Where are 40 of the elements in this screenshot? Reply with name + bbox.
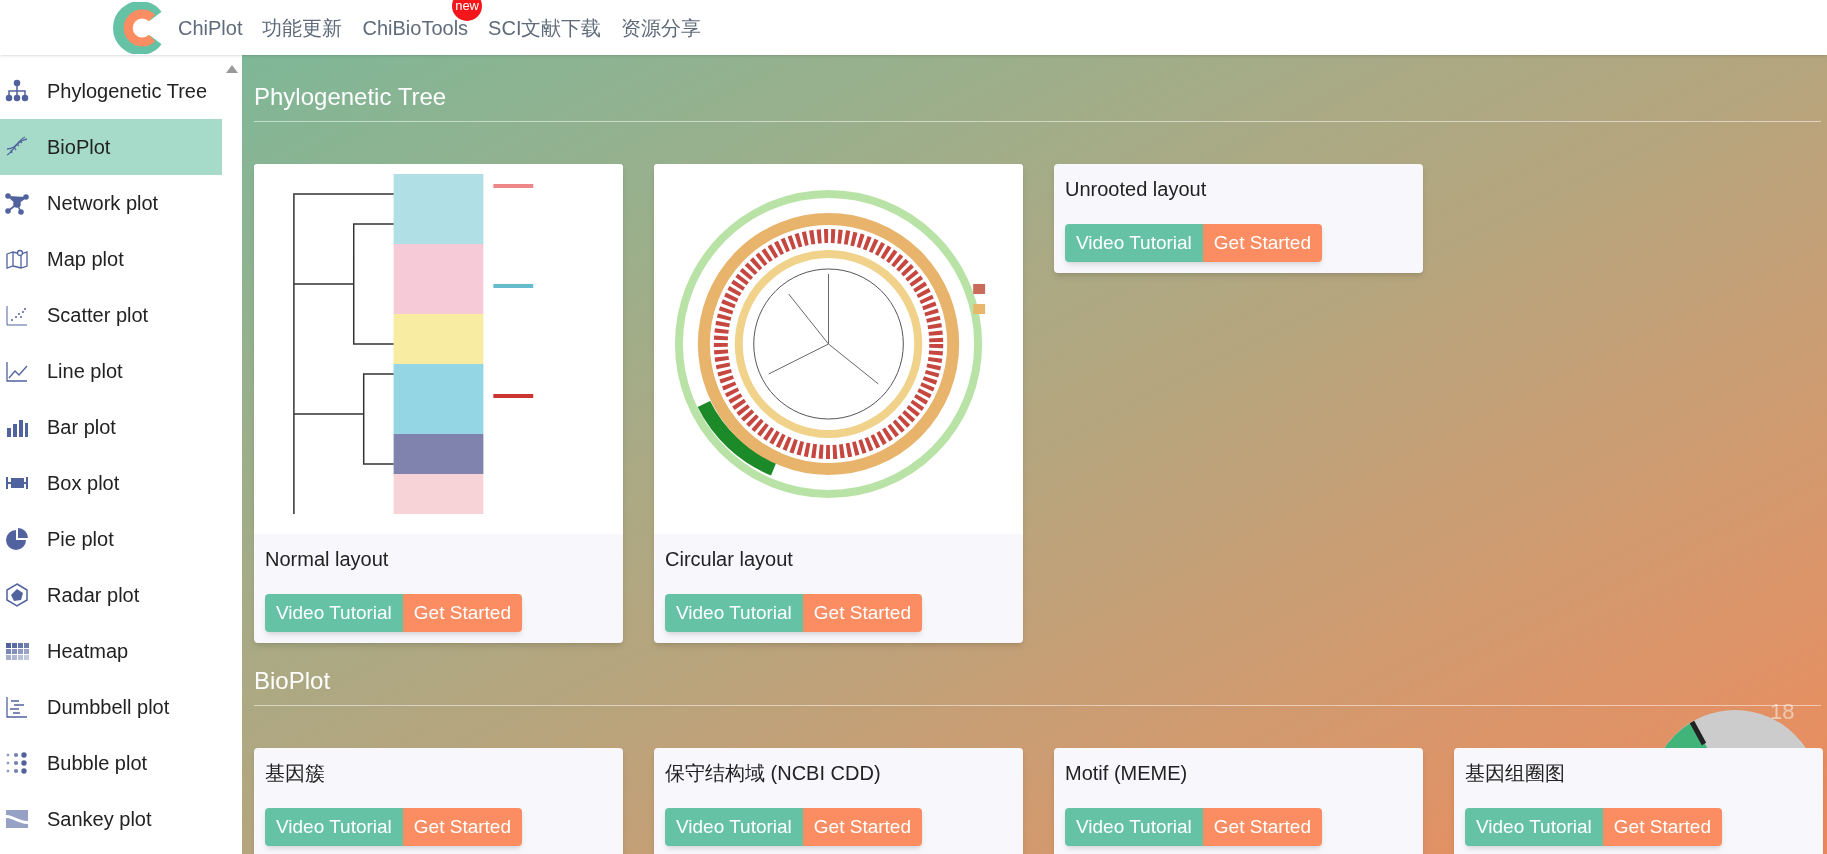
- new-badge: new: [452, 0, 483, 21]
- sidebar-item[interactable]: Phylogenetic Tree: [0, 63, 222, 119]
- sidebar-item[interactable]: Bar plot: [0, 399, 222, 455]
- hierarchy-icon: [5, 79, 29, 103]
- card-title: Motif (MEME): [1065, 761, 1189, 786]
- sidebar-item[interactable]: Box plot: [0, 455, 222, 511]
- line-chart-icon: [5, 359, 29, 383]
- card-title: 基因组圈图: [1465, 761, 1566, 786]
- pie-chart-icon: [5, 527, 29, 551]
- sidebar-item[interactable]: Radar plot: [0, 567, 222, 623]
- card-title: Normal layout: [265, 547, 390, 572]
- brand-link[interactable]: ChiPlot: [178, 12, 243, 43]
- sidebar-item[interactable]: Scatter plot: [0, 287, 222, 343]
- nav-link[interactable]: SCI文献下载: [488, 16, 602, 39]
- sidebar-item[interactable]: Sankey plot: [0, 791, 222, 847]
- sidebar-item[interactable]: Dumbbell plot: [0, 679, 222, 735]
- sidebar-item[interactable]: Heatmap: [0, 623, 222, 679]
- nav-link[interactable]: 资源分享: [621, 16, 702, 39]
- sankey-icon: [5, 807, 29, 831]
- sidebar-item[interactable]: BioPlot: [0, 119, 222, 175]
- nav-link[interactable]: 功能更新: [262, 16, 343, 39]
- card-title: 基因簇: [265, 761, 326, 786]
- sidebar-item[interactable]: Map plot: [0, 231, 222, 287]
- gauge-reading: 18: [1770, 698, 1795, 726]
- section-title: Phylogenetic Tree: [254, 82, 447, 112]
- sidebar-item[interactable]: Network plot: [0, 175, 222, 231]
- dumbbell-icon: [5, 695, 29, 719]
- sidebar-item[interactable]: Bubble plot: [0, 735, 222, 791]
- sidebar-item[interactable]: Pie plot: [0, 511, 222, 567]
- radar-icon: [5, 583, 29, 607]
- map-icon: [5, 247, 29, 271]
- card-title: Circular layout: [665, 547, 794, 572]
- scatter-icon: [5, 303, 29, 327]
- card-title: 保守结构域 (NCBI CDD): [665, 761, 882, 786]
- section-title: BioPlot: [254, 666, 331, 696]
- card-title: Unrooted layout: [1065, 177, 1208, 202]
- scroll-up-icon[interactable]: [226, 65, 238, 73]
- bubble-icon: [5, 751, 29, 775]
- network-icon: [5, 191, 29, 215]
- sidebar-item[interactable]: Line plot: [0, 343, 222, 399]
